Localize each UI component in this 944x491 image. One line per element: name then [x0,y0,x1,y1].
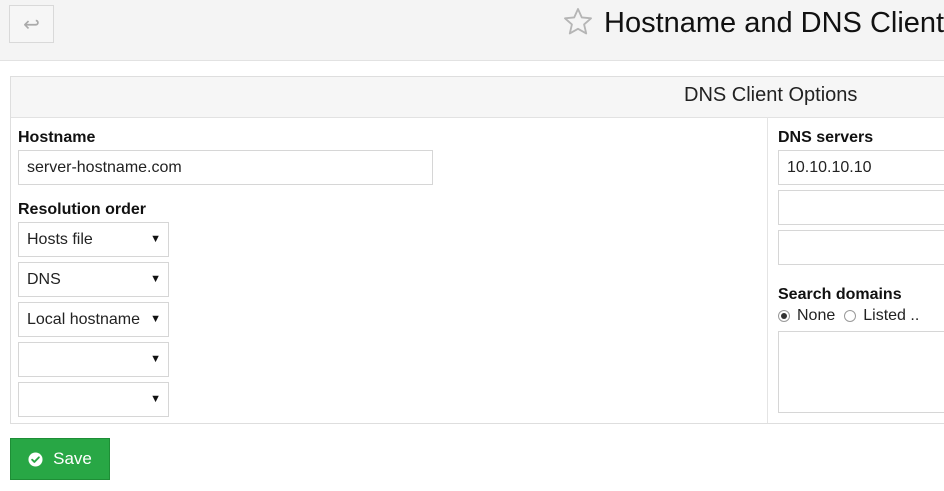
resolution-order-select-5[interactable]: ▼ [18,382,169,417]
resolution-order-select-3-value: Local hostname [27,310,140,328]
dropdown-arrow-icon: ▼ [150,273,161,285]
page-title: Hostname and DNS Client [604,7,944,39]
dropdown-arrow-icon: ▼ [150,233,161,245]
star-icon[interactable] [560,5,596,39]
search-domains-radio-group: None Listed .. [778,307,928,325]
resolution-order-select-2-value: DNS [27,270,61,288]
radio-listed-label[interactable]: Listed .. [863,307,919,325]
back-button[interactable]: ↩ [9,5,54,43]
hostname-label: Hostname [18,129,96,146]
radio-none-label[interactable]: None [797,307,835,325]
panel-header: DNS Client Options [11,77,944,118]
column-divider [767,117,768,423]
radio-listed[interactable] [844,310,857,322]
resolution-order-select-1[interactable]: Hosts file ▼ [18,222,169,257]
dns-server-input-2[interactable] [778,190,944,225]
search-domains-textarea[interactable] [778,331,944,413]
panel-title: DNS Client Options [684,84,858,106]
save-button[interactable]: Save [10,438,110,480]
hostname-input[interactable]: server-hostname.com [18,150,433,185]
resolution-order-select-4[interactable]: ▼ [18,342,169,377]
top-bar: ↩ Hostname and DNS Client [0,0,944,61]
dropdown-arrow-icon: ▼ [150,313,161,325]
resolution-order-select-2[interactable]: DNS ▼ [18,262,169,297]
dropdown-arrow-icon: ▼ [150,353,161,365]
dns-server-input-1[interactable]: 10.10.10.10 [778,150,944,185]
check-circle-icon [28,451,43,467]
back-arrow-icon: ↩ [23,13,40,36]
resolution-order-label: Resolution order [18,201,147,218]
save-button-label: Save [53,449,92,468]
radio-none[interactable] [778,310,790,322]
dropdown-arrow-icon: ▼ [150,393,161,405]
resolution-order-select-3[interactable]: Local hostname ▼ [18,302,169,337]
dns-server-input-3[interactable] [778,230,944,265]
dns-servers-label: DNS servers [778,129,874,146]
dns-client-options-panel: DNS Client Options Hostname server-hostn… [10,76,944,424]
resolution-order-select-1-value: Hosts file [27,230,93,248]
search-domains-label: Search domains [778,286,902,303]
